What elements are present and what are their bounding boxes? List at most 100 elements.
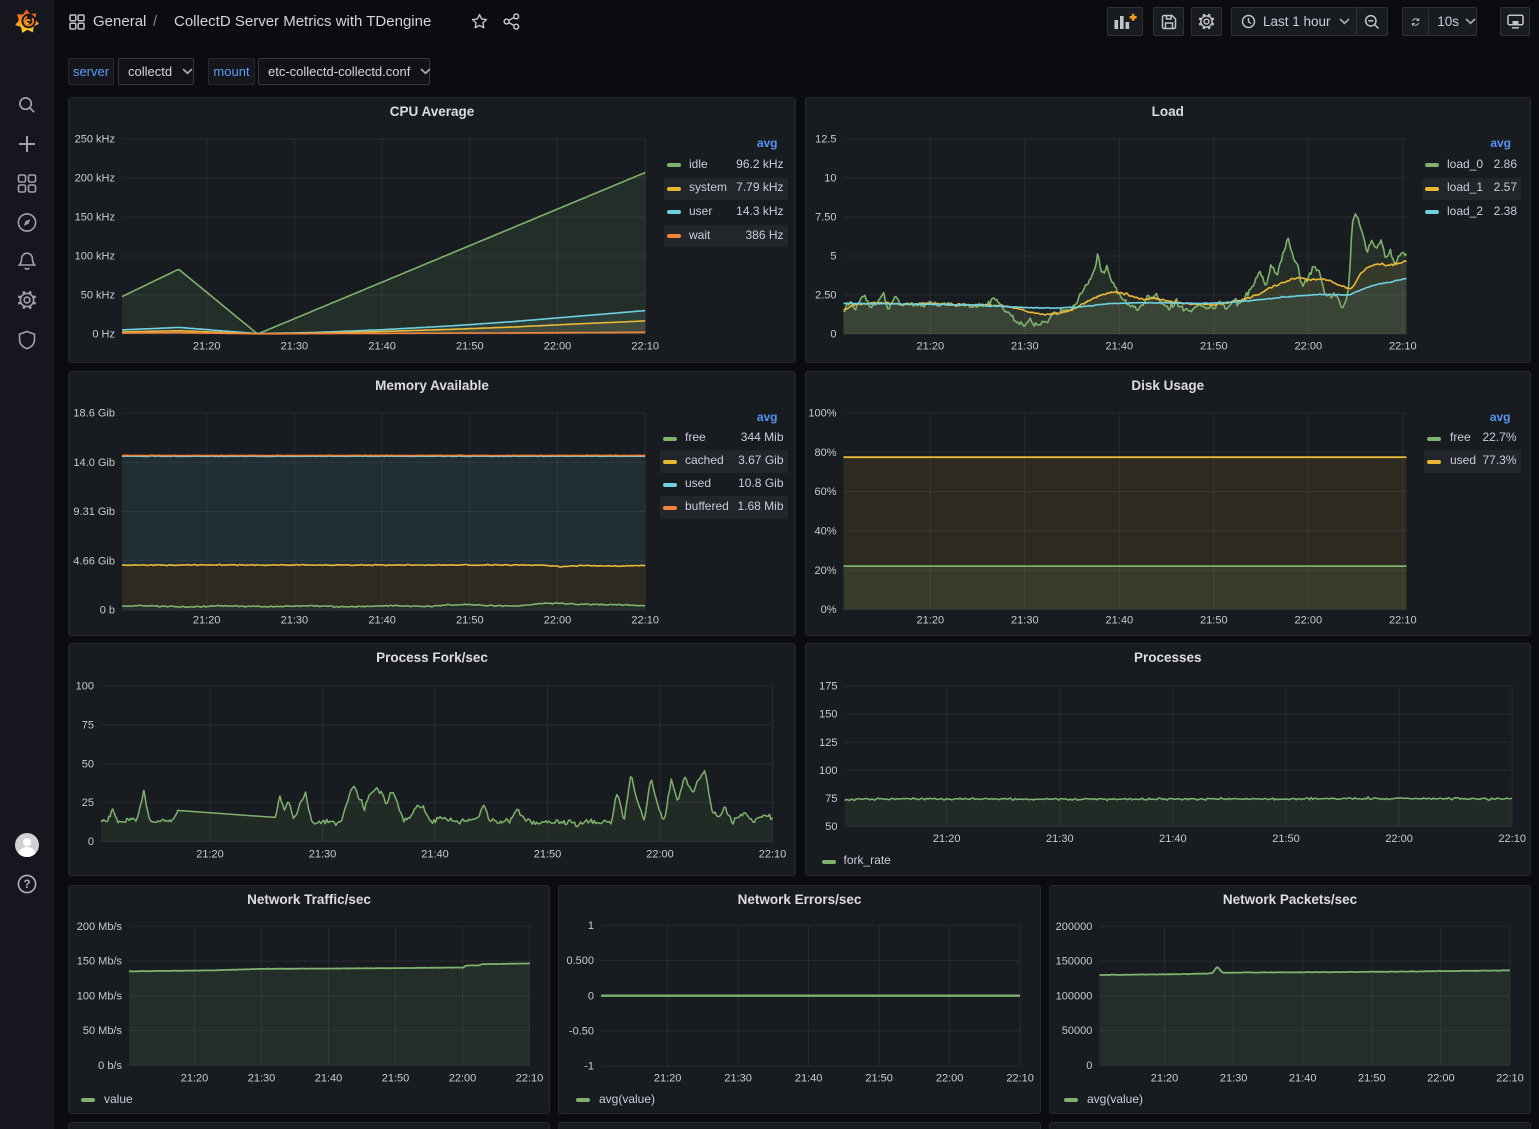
svg-text:50 kHz: 50 kHz [81, 290, 115, 302]
svg-text:-0.50: -0.50 [569, 1025, 594, 1037]
svg-text:21:30: 21:30 [281, 614, 309, 626]
svg-text:21:40: 21:40 [1105, 614, 1133, 626]
svg-text:21:50: 21:50 [382, 1072, 410, 1084]
svg-text:50: 50 [825, 821, 837, 833]
svg-text:75: 75 [825, 793, 837, 805]
svg-text:21:20: 21:20 [1151, 1072, 1179, 1084]
svg-text:125: 125 [819, 737, 837, 749]
svg-text:50000: 50000 [1062, 1025, 1093, 1037]
svg-text:60%: 60% [814, 486, 836, 498]
svg-text:21:20: 21:20 [916, 341, 944, 353]
svg-text:21:30: 21:30 [309, 849, 337, 861]
svg-text:22:10: 22:10 [631, 341, 659, 353]
svg-text:0 b: 0 b [100, 604, 115, 616]
svg-text:22:00: 22:00 [1294, 614, 1322, 626]
svg-text:1: 1 [588, 919, 594, 931]
svg-text:21:20: 21:20 [654, 1072, 682, 1084]
svg-text:21:50: 21:50 [865, 1072, 893, 1084]
svg-text:0: 0 [588, 990, 594, 1002]
svg-text:22:10: 22:10 [1389, 341, 1417, 353]
svg-text:22:10: 22:10 [516, 1072, 544, 1084]
svg-text:50 Mb/s: 50 Mb/s [83, 1025, 123, 1037]
svg-text:21:40: 21:40 [315, 1072, 343, 1084]
svg-text:-1: -1 [584, 1060, 594, 1072]
svg-text:75: 75 [82, 720, 94, 732]
svg-text:5: 5 [830, 251, 836, 263]
svg-text:7.50: 7.50 [815, 212, 836, 224]
svg-text:2.50: 2.50 [815, 290, 836, 302]
svg-text:21:30: 21:30 [1220, 1072, 1248, 1084]
svg-text:21:40: 21:40 [368, 341, 396, 353]
svg-text:21:50: 21:50 [1200, 614, 1228, 626]
svg-text:?: ? [23, 879, 30, 891]
svg-text:21:40: 21:40 [795, 1072, 823, 1084]
svg-text:100: 100 [819, 765, 837, 777]
svg-text:21:50: 21:50 [456, 341, 484, 353]
svg-text:250 kHz: 250 kHz [75, 134, 115, 146]
svg-text:0: 0 [830, 329, 836, 341]
svg-text:21:50: 21:50 [456, 614, 484, 626]
svg-text:200 kHz: 200 kHz [75, 173, 115, 185]
svg-text:21:30: 21:30 [281, 341, 309, 353]
svg-text:100 Mb/s: 100 Mb/s [77, 990, 123, 1002]
svg-text:21:30: 21:30 [248, 1072, 276, 1084]
svg-text:0 b/s: 0 b/s [98, 1060, 122, 1072]
svg-text:22:10: 22:10 [1389, 614, 1417, 626]
svg-text:22:10: 22:10 [1496, 1072, 1524, 1084]
svg-text:12.5: 12.5 [815, 134, 836, 146]
svg-text:40%: 40% [814, 525, 836, 537]
svg-text:200000: 200000 [1056, 920, 1093, 932]
svg-text:21:50: 21:50 [1272, 833, 1300, 845]
svg-text:22:00: 22:00 [1427, 1072, 1455, 1084]
svg-text:21:20: 21:20 [193, 341, 221, 353]
svg-text:21:20: 21:20 [181, 1072, 209, 1084]
svg-text:200 Mb/s: 200 Mb/s [77, 920, 123, 932]
svg-text:150000: 150000 [1056, 955, 1093, 967]
svg-text:80%: 80% [814, 446, 836, 458]
svg-text:0: 0 [88, 836, 94, 848]
svg-text:150: 150 [819, 709, 837, 721]
svg-text:0%: 0% [820, 604, 836, 616]
svg-text:22:00: 22:00 [544, 614, 572, 626]
svg-text:20%: 20% [814, 564, 836, 576]
svg-text:0.500: 0.500 [566, 955, 594, 967]
svg-text:21:30: 21:30 [1011, 614, 1039, 626]
svg-text:21:40: 21:40 [1105, 341, 1133, 353]
svg-text:175: 175 [819, 681, 837, 693]
svg-text:14.0 Gib: 14.0 Gib [73, 456, 115, 468]
svg-text:21:30: 21:30 [1046, 833, 1074, 845]
svg-text:22:00: 22:00 [1385, 833, 1413, 845]
svg-text:22:10: 22:10 [1498, 833, 1526, 845]
svg-text:21:40: 21:40 [1289, 1072, 1317, 1084]
svg-text:22:00: 22:00 [936, 1072, 964, 1084]
svg-text:100000: 100000 [1056, 990, 1093, 1002]
svg-text:21:50: 21:50 [1200, 341, 1228, 353]
svg-text:22:00: 22:00 [646, 849, 674, 861]
svg-text:21:20: 21:20 [196, 849, 224, 861]
svg-text:21:20: 21:20 [193, 614, 221, 626]
svg-text:10: 10 [824, 173, 836, 185]
svg-text:100 kHz: 100 kHz [75, 251, 115, 263]
svg-text:21:40: 21:40 [368, 614, 396, 626]
svg-text:100: 100 [76, 681, 94, 693]
svg-text:100%: 100% [808, 407, 836, 419]
svg-text:21:30: 21:30 [724, 1072, 752, 1084]
svg-text:21:50: 21:50 [534, 849, 562, 861]
svg-text:22:10: 22:10 [1006, 1072, 1034, 1084]
svg-text:150 kHz: 150 kHz [75, 212, 115, 224]
svg-text:25: 25 [82, 797, 94, 809]
svg-text:18.6 Gib: 18.6 Gib [73, 407, 115, 419]
svg-text:21:40: 21:40 [1159, 833, 1187, 845]
svg-text:21:20: 21:20 [916, 614, 944, 626]
svg-text:22:10: 22:10 [759, 849, 787, 861]
svg-text:50: 50 [82, 758, 94, 770]
svg-text:0: 0 [1086, 1060, 1092, 1072]
svg-text:21:50: 21:50 [1358, 1072, 1386, 1084]
svg-text:21:40: 21:40 [421, 849, 449, 861]
svg-text:22:00: 22:00 [449, 1072, 477, 1084]
svg-text:4.66 Gib: 4.66 Gib [73, 555, 115, 567]
svg-text:0 Hz: 0 Hz [92, 329, 115, 341]
svg-text:22:00: 22:00 [1294, 341, 1322, 353]
svg-text:22:10: 22:10 [631, 614, 659, 626]
svg-text:22:00: 22:00 [544, 341, 572, 353]
